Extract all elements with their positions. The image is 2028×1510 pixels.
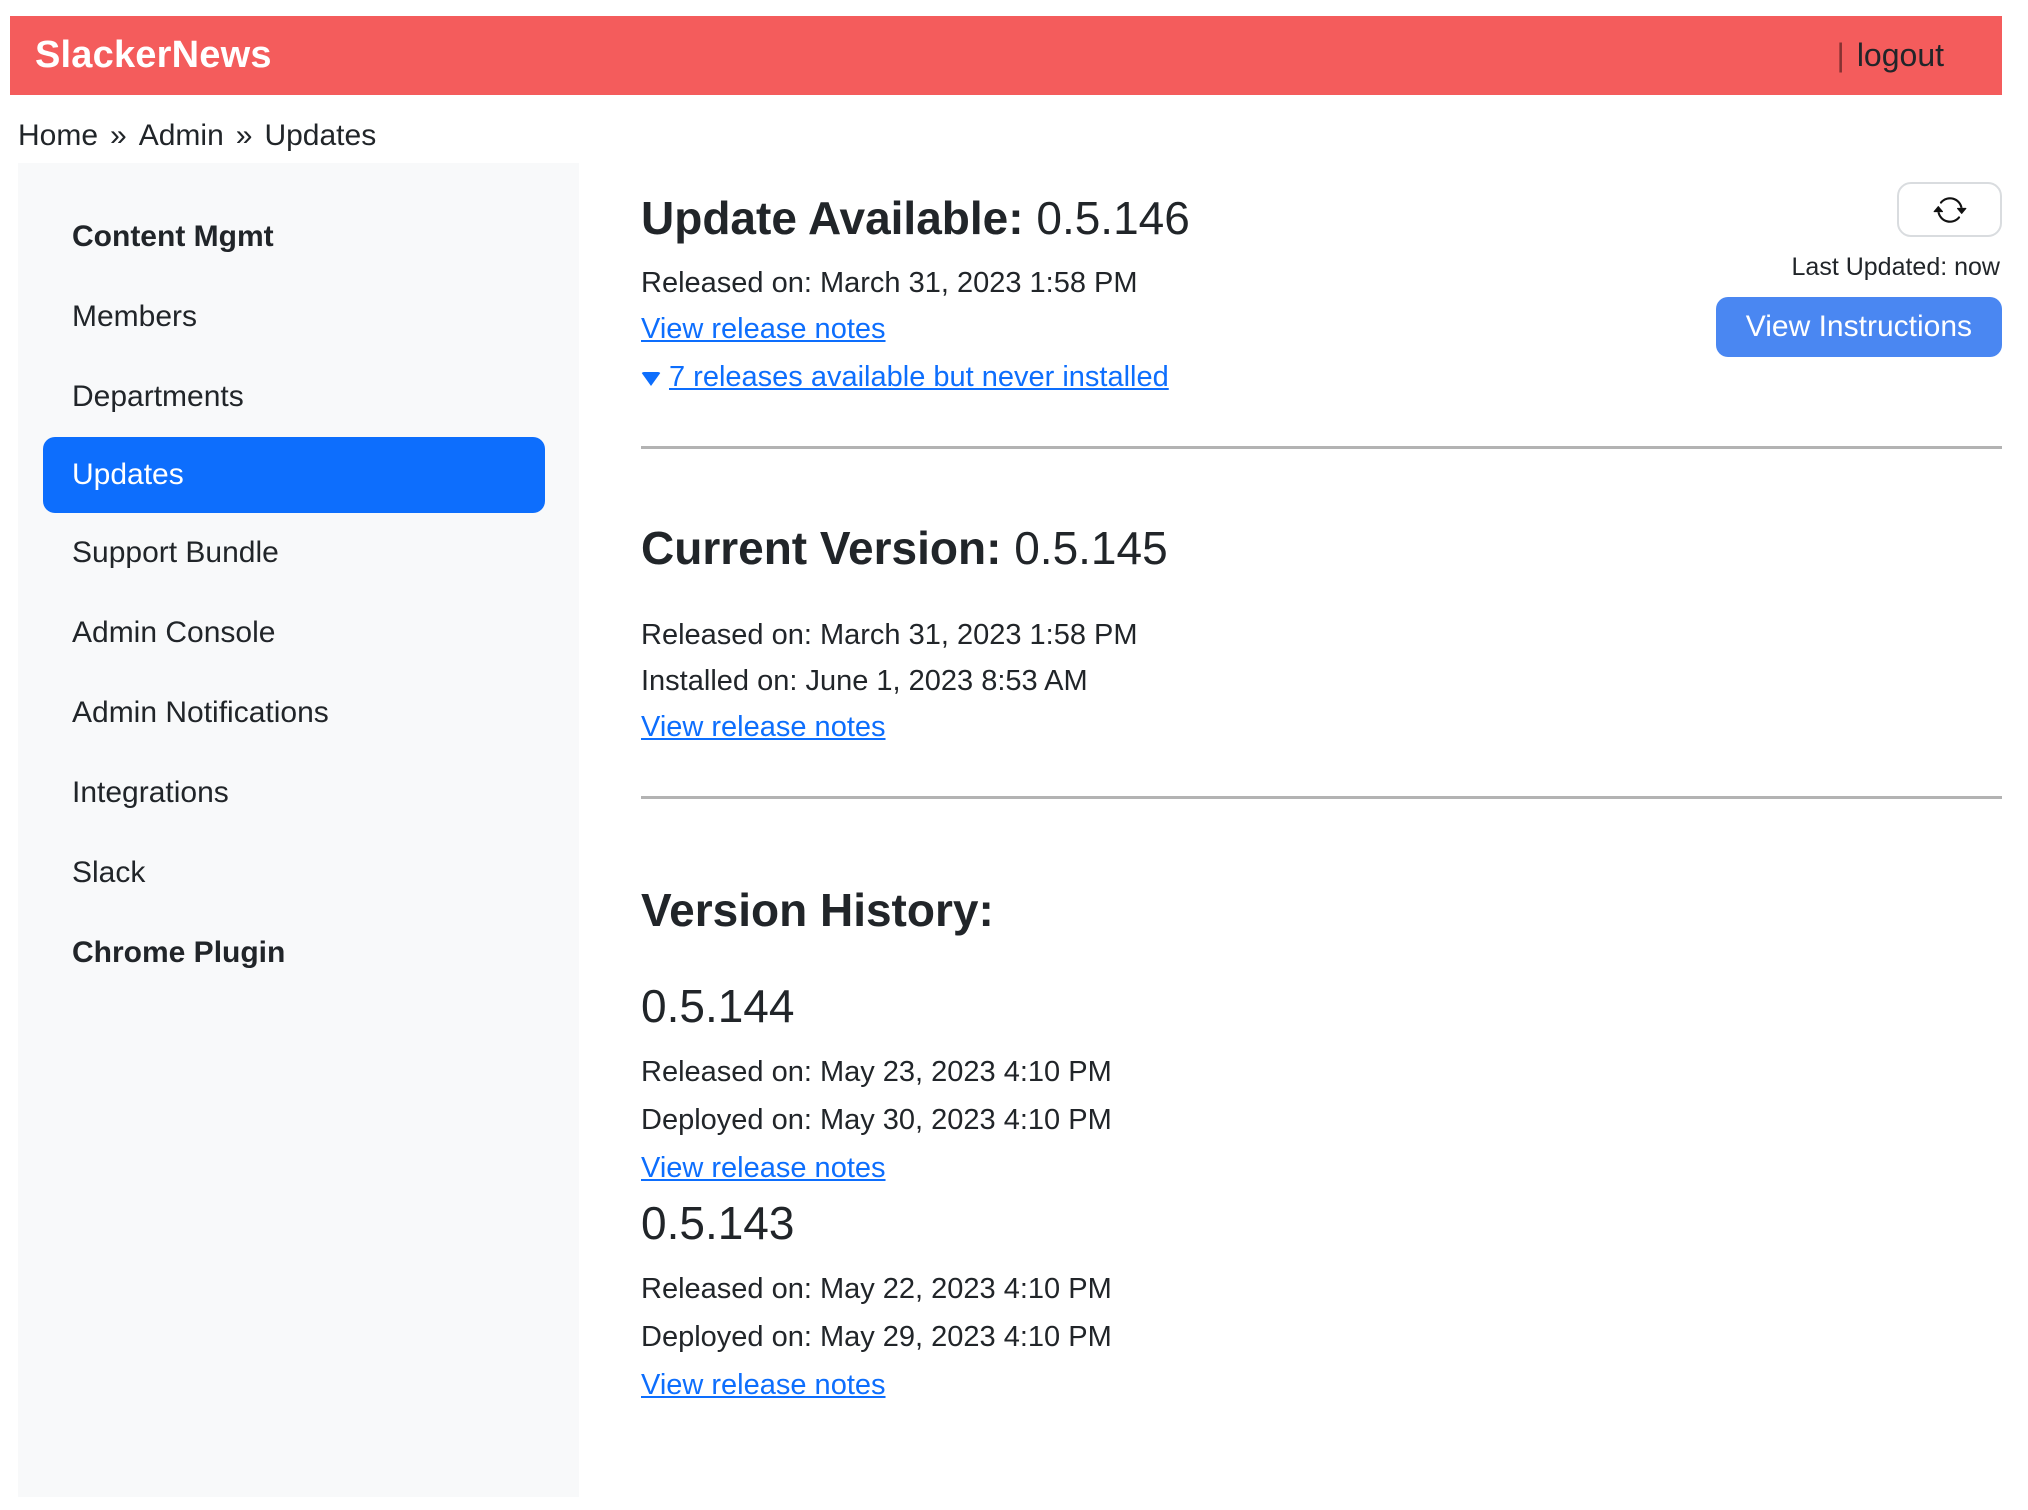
logout-area: | logout — [1837, 37, 1945, 74]
history-released-on: Released on: May 23, 2023 4:10 PM — [641, 1048, 2002, 1096]
refresh-button[interactable] — [1897, 182, 2002, 237]
sidebar-item-content-mgmt[interactable]: Content Mgmt — [43, 197, 545, 277]
current-version-label: Current Version: — [641, 522, 1001, 574]
current-version-number: 0.5.145 — [1014, 522, 1167, 574]
update-available-info: Update Available: 0.5.146 Released on: M… — [641, 191, 1190, 400]
update-available-label: Update Available: — [641, 192, 1024, 244]
breadcrumb-separator: » — [110, 119, 127, 153]
version-history-section: Version History: 0.5.144 Released on: Ma… — [641, 883, 2002, 1409]
version-history-title: Version History: — [641, 883, 2002, 938]
view-instructions-button[interactable]: View Instructions — [1716, 297, 2002, 357]
history-release-notes-link[interactable]: View release notes — [641, 1369, 886, 1401]
history-release-notes-link[interactable]: View release notes — [641, 1152, 886, 1184]
breadcrumb-home[interactable]: Home — [18, 119, 98, 153]
breadcrumb-updates[interactable]: Updates — [264, 119, 376, 153]
current-installed-on: Installed on: June 1, 2023 8:53 AM — [641, 658, 2002, 704]
sidebar-item-departments[interactable]: Departments — [43, 357, 545, 437]
current-released-on: Released on: March 31, 2023 1:58 PM — [641, 612, 2002, 658]
sidebar-item-slack[interactable]: Slack — [43, 833, 545, 913]
sidebar-item-integrations[interactable]: Integrations — [43, 753, 545, 833]
current-version-section: Current Version: 0.5.145 Released on: Ma… — [641, 521, 2002, 750]
history-version-number: 0.5.144 — [641, 979, 2002, 1034]
caret-down-icon — [641, 372, 661, 386]
update-actions: Last Updated: now View Instructions — [1716, 182, 2002, 357]
update-release-notes-link[interactable]: View release notes — [641, 313, 886, 345]
sidebar-item-admin-console[interactable]: Admin Console — [43, 593, 545, 673]
pending-releases-row: 7 releases available but never installed — [641, 354, 1190, 400]
current-release-notes-link[interactable]: View release notes — [641, 711, 886, 743]
sidebar-item-support-bundle[interactable]: Support Bundle — [43, 513, 545, 593]
update-available-title: Update Available: 0.5.146 — [641, 191, 1190, 246]
sidebar-item-updates[interactable]: Updates — [43, 437, 545, 513]
history-released-on: Released on: May 22, 2023 4:10 PM — [641, 1265, 2002, 1313]
refresh-icon — [1933, 193, 1967, 227]
version-history-entry: 0.5.144 Released on: May 23, 2023 4:10 P… — [641, 979, 2002, 1192]
layout: Content Mgmt Members Departments Updates… — [18, 163, 2002, 1497]
update-released-on: Released on: March 31, 2023 1:58 PM — [641, 260, 1190, 306]
sidebar-item-admin-notifications[interactable]: Admin Notifications — [43, 673, 545, 753]
breadcrumb-separator: » — [236, 119, 253, 153]
page: SlackerNews | logout Home » Admin » Upda… — [0, 0, 2028, 1497]
top-nav: SlackerNews | logout — [10, 16, 2002, 95]
last-updated-text: Last Updated: now — [1792, 253, 2000, 282]
current-version-title: Current Version: 0.5.145 — [641, 521, 2002, 576]
history-version-number: 0.5.143 — [641, 1196, 2002, 1251]
history-deployed-on: Deployed on: May 30, 2023 4:10 PM — [641, 1096, 2002, 1144]
sidebar-nav: Content Mgmt Members Departments Updates… — [18, 197, 579, 993]
sidebar: Content Mgmt Members Departments Updates… — [18, 163, 579, 1497]
breadcrumb: Home » Admin » Updates — [18, 119, 2002, 153]
logout-separator: | — [1837, 37, 1845, 74]
breadcrumb-admin[interactable]: Admin — [139, 119, 224, 153]
history-deployed-on: Deployed on: May 29, 2023 4:10 PM — [641, 1313, 2002, 1361]
update-available-section: Update Available: 0.5.146 Released on: M… — [641, 191, 2002, 400]
pending-releases-link[interactable]: 7 releases available but never installed — [669, 354, 1169, 400]
sidebar-item-chrome-plugin[interactable]: Chrome Plugin — [43, 913, 545, 993]
logout-link[interactable]: logout — [1857, 37, 1944, 74]
version-history-entry: 0.5.143 Released on: May 22, 2023 4:10 P… — [641, 1196, 2002, 1409]
main-content: Update Available: 0.5.146 Released on: M… — [579, 163, 2002, 1497]
sidebar-item-members[interactable]: Members — [43, 277, 545, 357]
brand-logo[interactable]: SlackerNews — [35, 34, 272, 77]
update-available-version: 0.5.146 — [1036, 192, 1189, 244]
section-divider — [641, 796, 2002, 799]
section-divider — [641, 446, 2002, 449]
